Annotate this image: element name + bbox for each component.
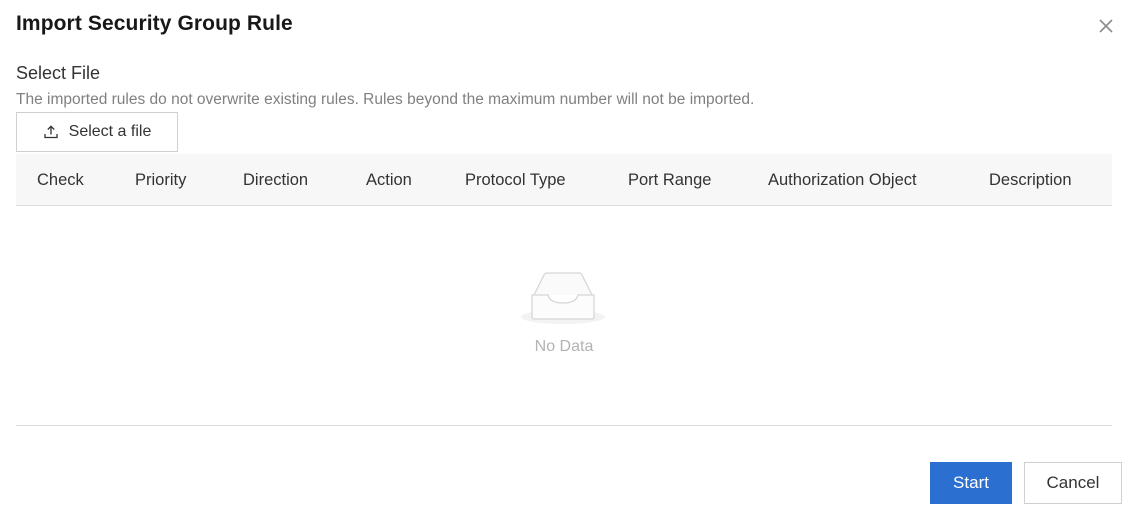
close-button[interactable] — [1094, 14, 1118, 38]
rules-table-header: Check Priority Direction Action Protocol… — [16, 154, 1112, 206]
close-icon — [1099, 19, 1113, 33]
empty-inbox-icon — [521, 272, 605, 324]
select-file-button[interactable]: Select a file — [16, 112, 178, 152]
table-empty-state: No Data — [16, 207, 1112, 426]
column-header-check: Check — [37, 171, 84, 189]
dialog-title: Import Security Group Rule — [16, 12, 293, 35]
column-header-description: Description — [989, 171, 1072, 189]
import-security-group-rule-dialog: Import Security Group Rule Select File T… — [0, 0, 1138, 514]
start-button[interactable]: Start — [930, 462, 1012, 504]
column-header-protocol-type: Protocol Type — [465, 171, 566, 189]
column-header-action: Action — [366, 171, 412, 189]
import-hint-text: The imported rules do not overwrite exis… — [16, 91, 755, 108]
select-file-button-label: Select a file — [68, 123, 152, 140]
column-header-port-range: Port Range — [628, 171, 712, 189]
column-header-direction: Direction — [243, 171, 309, 189]
upload-icon — [43, 125, 58, 139]
select-file-label: Select File — [16, 63, 101, 83]
no-data-text: No Data — [534, 338, 594, 355]
column-header-authorization-object: Authorization Object — [768, 171, 917, 189]
column-header-priority: Priority — [135, 171, 187, 189]
cancel-button[interactable]: Cancel — [1024, 462, 1122, 504]
